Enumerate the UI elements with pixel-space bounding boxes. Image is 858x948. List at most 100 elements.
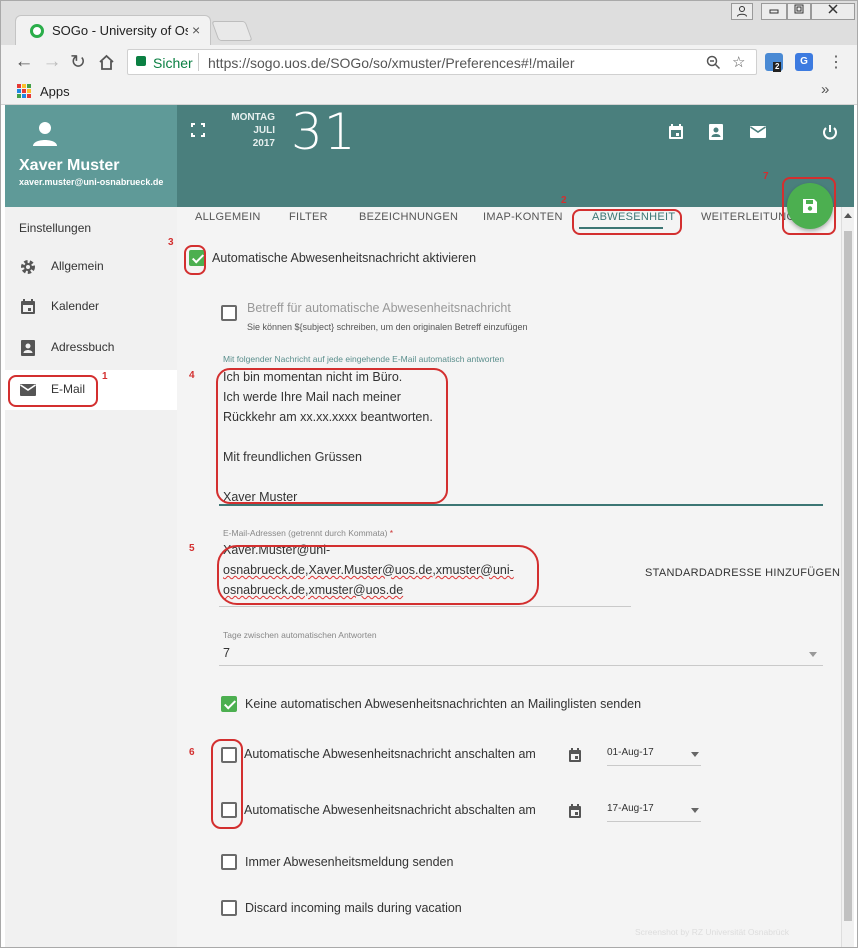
sidebar-item-allgemein[interactable]: Allgemein (5, 247, 177, 287)
tab-close-icon[interactable]: × (192, 22, 200, 38)
vacation-preferences: ALLGEMEIN FILTER BEZEICHNUNGEN IMAP-KONT… (168, 171, 841, 947)
user-email: xaver.muster@uni-osnabrueck.de (19, 177, 164, 187)
annotation-box-7 (782, 177, 836, 235)
days-value: 7 (223, 646, 230, 660)
annotation-number-2: 2 (561, 195, 567, 206)
new-tab-button[interactable] (211, 21, 253, 41)
annotation-box-5 (217, 545, 539, 605)
chevron-down-icon (691, 752, 699, 757)
annotation-number-6: 6 (189, 747, 195, 758)
calendar-icon[interactable] (568, 747, 582, 763)
mail-icon[interactable] (749, 123, 767, 141)
annotation-number-3: 3 (168, 237, 174, 248)
custom-subject-label: Betreff für automatische Abwesenheitsnac… (247, 301, 511, 315)
chevron-down-icon (809, 652, 817, 657)
tab-filter[interactable]: FILTER (289, 211, 328, 223)
addresses-label: E-Mail-Adressen (getrennt durch Kommata)… (223, 528, 393, 538)
annotation-box-4 (216, 368, 448, 504)
custom-subject-checkbox[interactable] (221, 305, 237, 321)
fullscreen-icon[interactable] (191, 123, 205, 137)
address-book-icon[interactable] (707, 123, 725, 141)
calendar-icon (21, 299, 35, 314)
logout-power-icon[interactable] (821, 123, 839, 141)
calendar-icon[interactable] (667, 123, 685, 141)
url-text[interactable]: https://sogo.uos.de/SOGo/so/xmuster/Pref… (208, 55, 575, 71)
bookmark-star-icon[interactable]: ☆ (732, 53, 745, 71)
tab-imap-konten[interactable]: IMAP-KONTEN (483, 211, 563, 223)
tab-title: SOGo - University of Osnabrück (52, 23, 188, 38)
end-date-label: Automatische Abwesenheitsnachricht absch… (244, 803, 536, 817)
sidebar-item-kalender[interactable]: Kalender (5, 287, 177, 327)
user-name: Xaver Muster (19, 157, 120, 174)
scroll-up-icon[interactable] (844, 213, 852, 218)
zoom-icon[interactable] (706, 53, 721, 74)
annotation-number-4: 4 (189, 370, 195, 381)
maximize-button[interactable] (787, 3, 811, 20)
days-select-underline (219, 665, 823, 666)
start-date-value: 01-Aug-17 (607, 747, 654, 758)
translate-extension-icon[interactable]: G (795, 53, 813, 71)
message-field-underline (219, 504, 823, 506)
sidebar-item-label: Allgemein (51, 259, 104, 273)
calendar-icon[interactable] (568, 803, 582, 819)
avatar (33, 122, 57, 146)
sidebar-item-label: Adressbuch (51, 340, 115, 354)
annotation-box-3 (184, 245, 206, 275)
minimize-button[interactable] (761, 3, 787, 20)
address-bar[interactable]: Sicher https://sogo.uos.de/SOGo/so/xmust… (127, 49, 757, 75)
home-icon[interactable] (95, 51, 117, 77)
end-date-underline (607, 821, 701, 822)
tab-allgemein[interactable]: ALLGEMEIN (195, 211, 261, 223)
scrollbar-thumb[interactable] (844, 231, 852, 921)
sidebar-item-label: Kalender (51, 299, 100, 313)
preferences-tabs: ALLGEMEIN FILTER BEZEICHNUNGEN IMAP-KONT… (177, 207, 841, 229)
annotation-box-1 (8, 375, 98, 407)
addresses-field-underline (219, 606, 631, 607)
forward-icon[interactable]: → (41, 51, 63, 73)
date-month: JULI (253, 125, 275, 136)
required-mark: * (389, 528, 394, 538)
addresses-label-text: E-Mail-Adressen (getrennt durch Kommata) (223, 528, 388, 538)
browser-tab[interactable]: SOGo - University of Osnabrück × (15, 15, 211, 45)
chevron-down-icon (691, 808, 699, 813)
annotation-box-2 (572, 209, 682, 235)
close-window-button[interactable] (811, 3, 855, 20)
apps-link[interactable]: Apps (40, 84, 70, 99)
extension-icon[interactable]: 2 (765, 53, 783, 72)
annotation-box-6 (211, 739, 243, 829)
gear-icon (21, 260, 35, 274)
date-weekday: MONTAG (231, 112, 275, 123)
always-send-checkbox[interactable] (221, 854, 237, 870)
message-label: Mit folgender Nachricht auf jede eingehe… (223, 354, 505, 364)
ignore-lists-checkbox[interactable] (221, 696, 237, 712)
app-header: MONTAG JULI 2017 31 (177, 103, 854, 207)
annotation-number-7: 7 (763, 171, 769, 182)
always-send-label: Immer Abwesenheitsmeldung senden (245, 855, 454, 869)
lock-icon (136, 56, 146, 66)
menu-dots-icon[interactable]: ⋮ (825, 52, 847, 72)
date-day: 31 (291, 103, 357, 161)
bookmarks-overflow-icon[interactable]: » (821, 81, 829, 98)
screenshot-credit: Screenshot by RZ Universität Osnabrück (635, 927, 790, 937)
annotation-number-1: 1 (102, 371, 108, 382)
secure-label: Sicher (153, 55, 193, 71)
contacts-icon (21, 340, 35, 356)
annotation-number-5: 5 (189, 543, 195, 554)
extension-badge: 2 (773, 62, 782, 72)
scrollbar[interactable] (841, 207, 854, 947)
bookmarks-bar: Apps » (1, 79, 857, 105)
sidebar-item-adressbuch[interactable]: Adressbuch (5, 328, 177, 368)
reload-icon[interactable]: ↻ (67, 51, 89, 74)
back-icon[interactable]: ← (13, 51, 35, 73)
omnibox-divider (198, 53, 199, 71)
title-bar: SOGo - University of Osnabrück × (1, 1, 857, 45)
apps-grid-icon[interactable] (17, 84, 31, 98)
add-default-address-button[interactable]: STANDARDADRESSE HINZUFÜGEN (645, 567, 840, 579)
tab-bezeichnungen[interactable]: BEZEICHNUNGEN (359, 211, 458, 223)
sogo-favicon-icon (30, 24, 44, 38)
preferences-sidebar: Einstellungen Allgemein Kalender Adressb… (5, 207, 177, 947)
discard-mails-checkbox[interactable] (221, 900, 237, 916)
start-date-underline (607, 765, 701, 766)
profile-icon[interactable] (731, 3, 753, 20)
browser-window: SOGo - University of Osnabrück × ← → ↻ S… (0, 0, 858, 948)
